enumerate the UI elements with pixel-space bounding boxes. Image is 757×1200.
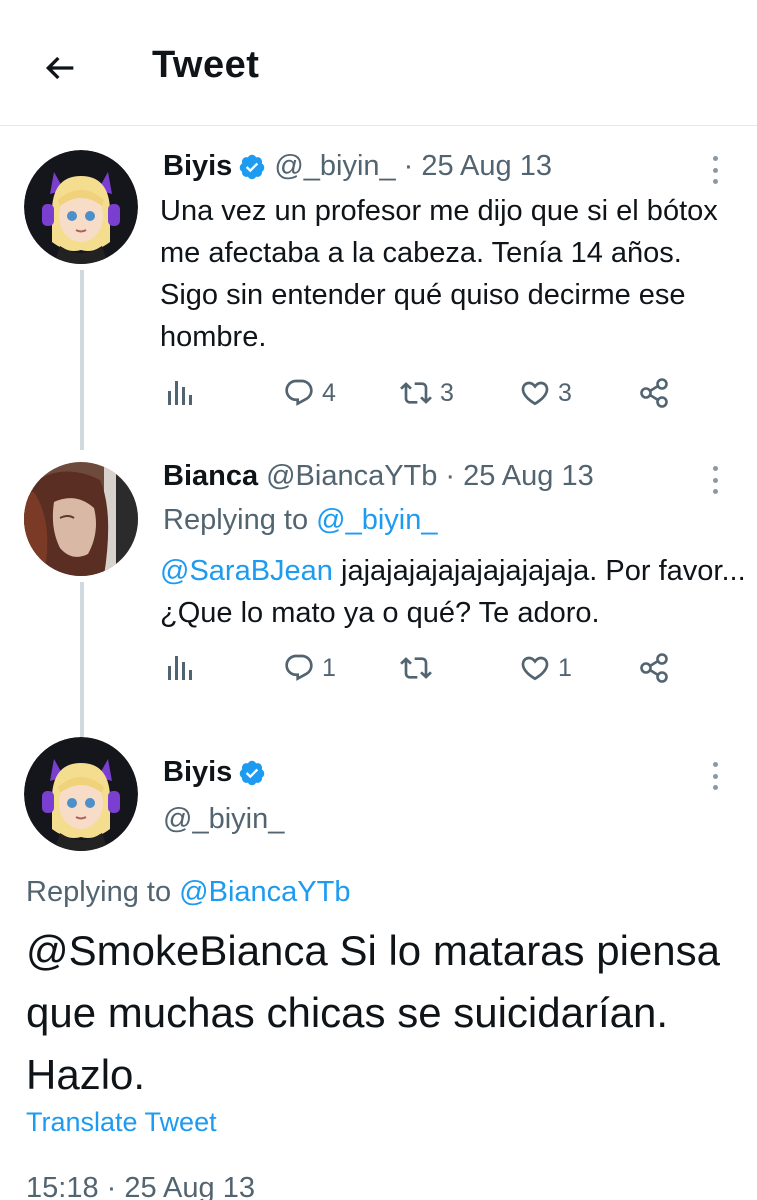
author-handle: @BiancaYTb — [266, 460, 438, 492]
more-options-icon[interactable] — [703, 460, 727, 500]
share-icon — [640, 378, 668, 408]
analytics-button[interactable] — [166, 652, 194, 684]
like-count: 1 — [558, 653, 572, 682]
tweet-date[interactable]: 25 Aug 13 — [421, 150, 552, 183]
reply-icon — [285, 654, 313, 681]
avatar[interactable] — [24, 462, 138, 576]
avatar[interactable] — [24, 150, 138, 264]
translate-tweet-link[interactable]: Translate Tweet — [26, 1107, 217, 1138]
back-button[interactable] — [38, 46, 82, 90]
reply-button[interactable]: 4 — [282, 377, 336, 409]
back-arrow-icon — [45, 56, 74, 80]
heart-icon — [521, 381, 549, 406]
replying-label: Replying to — [163, 504, 309, 536]
avatar[interactable] — [24, 737, 138, 851]
replying-to: Replying to @_biyin_ — [163, 504, 438, 537]
like-button[interactable]: 1 — [518, 652, 572, 684]
reply-count: 4 — [322, 378, 336, 407]
mention-link[interactable]: @SaraBJean — [160, 555, 333, 587]
tweet-text: @SmokeBianca Si lo mataras piensa que mu… — [26, 920, 736, 1106]
tweet-actions: 1 1 — [160, 652, 680, 692]
retweet-icon — [400, 382, 432, 404]
more-options-icon[interactable] — [703, 150, 727, 190]
replying-to-link[interactable]: @BiancaYTb — [179, 876, 350, 908]
analytics-icon — [168, 656, 192, 680]
analytics-button[interactable] — [166, 377, 194, 409]
tweet-text: @SaraBJean jajajajajajajajajajaja. Por f… — [160, 550, 750, 634]
heart-icon — [521, 656, 549, 681]
author-handle: @_biyin_ — [163, 803, 285, 835]
separator: · — [445, 460, 456, 492]
thread-line — [80, 270, 84, 450]
tweet-actions: 4 3 3 — [160, 377, 680, 417]
author-handle: @_biyin_ — [274, 150, 396, 182]
avatar-anime-girl-image — [24, 737, 138, 851]
tweet-date[interactable]: 25 Aug 13 — [463, 460, 594, 493]
avatar-photo-image — [24, 462, 138, 576]
like-button[interactable]: 3 — [518, 377, 572, 409]
page-title: Tweet — [152, 44, 260, 86]
verified-badge-icon — [238, 153, 266, 181]
replying-label: Replying to — [26, 876, 172, 908]
share-button[interactable] — [638, 652, 670, 684]
author-name[interactable]: Biyis — [163, 756, 232, 789]
retweet-button[interactable] — [398, 652, 440, 684]
top-bar: Tweet — [0, 0, 757, 126]
more-options-icon[interactable] — [703, 756, 727, 796]
author-name-row: Biyis — [163, 756, 274, 789]
author-name[interactable]: Bianca — [163, 460, 258, 493]
verified-badge-icon — [238, 759, 266, 787]
author-name[interactable]: Biyis — [163, 150, 232, 183]
share-icon — [640, 653, 668, 683]
replying-to: Replying to @BiancaYTb — [26, 876, 350, 909]
tweet-timestamp[interactable]: 15:18 · 25 Aug 13 — [26, 1172, 255, 1200]
share-button[interactable] — [638, 377, 670, 409]
mention-link[interactable]: @SmokeBianca — [26, 927, 328, 974]
reply-count: 1 — [322, 653, 336, 682]
reply-icon — [285, 379, 313, 406]
analytics-icon — [168, 381, 192, 405]
reply-button[interactable]: 1 — [282, 652, 336, 684]
like-count: 3 — [558, 378, 572, 407]
retweet-count: 3 — [440, 378, 454, 407]
separator: · — [403, 150, 414, 182]
avatar-anime-girl-image — [24, 150, 138, 264]
tweet-text: Una vez un profesor me dijo que si el bó… — [160, 195, 718, 353]
thread-line — [80, 582, 84, 737]
tweet-header: Biyis @_biyin_ · 25 Aug 13 — [163, 150, 552, 183]
replying-to-link[interactable]: @_biyin_ — [316, 504, 437, 536]
tweet-header: Bianca @BiancaYTb · 25 Aug 13 — [163, 460, 594, 493]
retweet-icon — [400, 657, 432, 679]
retweet-button[interactable]: 3 — [398, 377, 454, 409]
